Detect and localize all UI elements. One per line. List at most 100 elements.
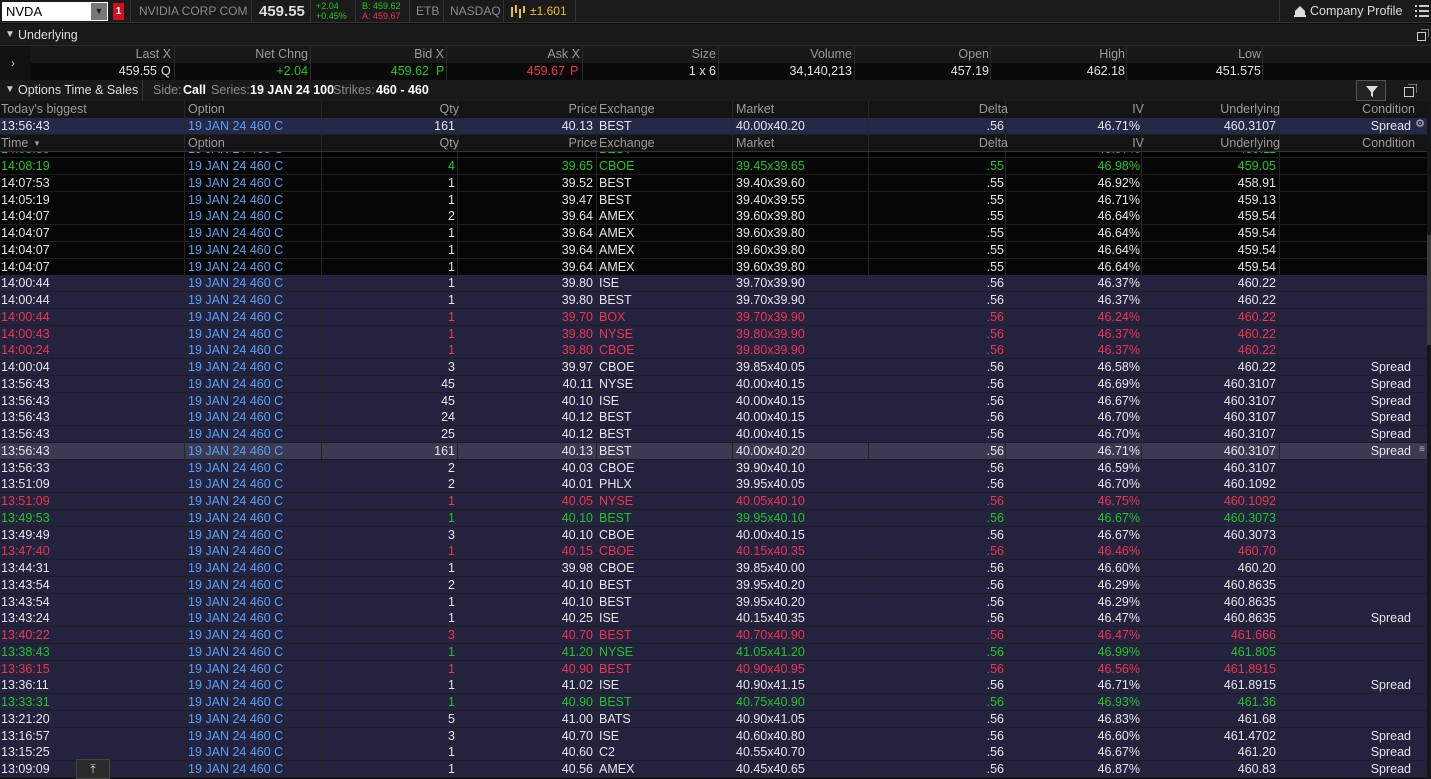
scrollbar-thumb[interactable] <box>1427 235 1431 345</box>
cell-delta: .56 <box>986 527 1004 542</box>
table-row[interactable]: 13:33:31 19 JAN 24 460 C 1 40.90 BEST 40.75x4… <box>0 694 1427 711</box>
cell-option: 19 JAN 24 460 C <box>188 343 284 358</box>
table-row[interactable]: 13:51:09 19 JAN 24 460 C 2 40.01 PHLX 39.95x4… <box>0 476 1427 494</box>
cell-price: 39.64 <box>561 226 593 240</box>
alert-badge[interactable]: 1 <box>113 3 124 20</box>
cell-qty: 1 <box>448 510 455 525</box>
cell-exchange: BOX <box>599 309 626 324</box>
table-row[interactable]: 13:38:43 19 JAN 24 460 C 1 41.20 NYSE 41.05x4… <box>0 643 1427 661</box>
cell-qty: 1 <box>448 494 455 508</box>
cell-qty: 24 <box>441 410 455 425</box>
table-row[interactable]: 13:56:43 19 JAN 24 460 C 161 40.13 BEST 40.00… <box>0 442 1427 460</box>
gear-icon[interactable]: ⚙ <box>1415 117 1425 130</box>
cell-price: 40.10 <box>561 527 593 542</box>
table-row[interactable]: 13:44:31 19 JAN 24 460 C 1 39.98 CBOE 39.85x4… <box>0 560 1427 577</box>
table-row[interactable]: 13:43:54 19 JAN 24 460 C 2 40.10 BEST 39.95x4… <box>0 576 1427 594</box>
table-row[interactable]: 13:36:11 19 JAN 24 460 C 1 41.02 ISE 40.90x41… <box>0 677 1427 695</box>
table-row[interactable]: 14:04:07 19 JAN 24 460 C 1 39.64 AMEX 39.60x3… <box>0 241 1427 259</box>
table-row[interactable]: 13:36:15 19 JAN 24 460 C 1 40.90 BEST 40.90x4… <box>0 660 1427 678</box>
chevron-down-icon[interactable]: ▼ <box>91 3 107 20</box>
table-row[interactable]: 14:00:44 19 JAN 24 460 C 1 39.70 BOX 39.70x39… <box>0 308 1427 326</box>
sort-desc-icon[interactable]: ▼ <box>33 139 41 148</box>
table-row[interactable]: 14:07:53 19 JAN 24 460 C 1 39.52 BEST 39.40x3… <box>0 174 1427 192</box>
cell-time: 13:43:54 <box>1 577 50 592</box>
table-row[interactable]: 13:43:24 19 JAN 24 460 C 1 40.25 ISE 40.15x40… <box>0 610 1427 628</box>
table-row[interactable]: 13:21:20 19 JAN 24 460 C 5 41.00 BATS 40.90x4… <box>0 710 1427 728</box>
cell-option: 19 JAN 24 460 C <box>188 393 284 408</box>
popout-button[interactable] <box>1396 80 1426 101</box>
cell-condition: Spread <box>1370 360 1411 374</box>
cell-iv: 46.47% <box>1097 611 1140 626</box>
chevron-down-icon[interactable]: ▼ <box>5 84 15 95</box>
scrollbar[interactable] <box>1427 101 1431 779</box>
filter-button[interactable] <box>1356 80 1386 101</box>
biggest-condition: Spread <box>1370 119 1411 133</box>
strikes-value[interactable]: 460 - 460 <box>376 83 429 97</box>
cell-time: 14:04:07 <box>1 226 50 240</box>
popout-icon[interactable] <box>1417 29 1429 41</box>
cell-underlying: 459.13 <box>1237 192 1276 207</box>
cell-iv: 46.37% <box>1097 326 1140 341</box>
table-row[interactable]: 14:08:19 19 JAN 24 460 C 4 39.65 CBOE 39.45x3… <box>0 158 1427 175</box>
cell-exchange: C2 <box>599 745 615 760</box>
header-delta: Delta <box>978 102 1008 116</box>
table-row[interactable]: 13:47:40 19 JAN 24 460 C 1 40.15 CBOE 40.15x4… <box>0 543 1427 561</box>
table-row[interactable]: 13:43:54 19 JAN 24 460 C 1 40.10 BEST 39.95x4… <box>0 593 1427 611</box>
table-row[interactable]: 13:49:53 19 JAN 24 460 C 1 40.10 BEST 39.95x4… <box>0 509 1427 527</box>
table-row[interactable]: 13:40:22 19 JAN 24 460 C 3 40.70 BEST 40.70x4… <box>0 627 1427 644</box>
table-row[interactable]: 14:04:07 19 JAN 24 460 C 1 39.64 AMEX 39.60x3… <box>0 225 1427 242</box>
cell-time: 13:51:09 <box>1 477 50 492</box>
underlying-section-header[interactable]: ▼ Underlying <box>0 24 1431 46</box>
table-row[interactable]: 14:05:19 19 JAN 24 460 C 1 39.47 BEST 39.40x3… <box>0 191 1427 209</box>
biggest-trade-row[interactable]: 13:56:43 19 JAN 24 460 C 161 40.13 BEST 40.00… <box>0 118 1427 135</box>
cell-qty: 25 <box>441 427 455 441</box>
cell-qty: 3 <box>448 527 455 542</box>
table-row[interactable]: 13:56:33 19 JAN 24 460 C 2 40.03 CBOE 39.90x4… <box>0 459 1427 477</box>
table-row[interactable]: 14:04:07 19 JAN 24 460 C 1 39.64 AMEX 39.60x3… <box>0 258 1427 276</box>
scroll-to-top-button[interactable]: ⤒ <box>76 759 110 779</box>
cell-iv: 46.87% <box>1097 762 1140 776</box>
table-row[interactable]: 13:16:57 19 JAN 24 460 C 3 40.70 ISE 40.60x40… <box>0 727 1427 745</box>
table-row[interactable]: 13:15:25 19 JAN 24 460 C 1 40.60 C2 40.55x40.… <box>0 744 1427 762</box>
side-value[interactable]: Call <box>183 83 206 97</box>
menu-icon[interactable] <box>1415 5 1429 17</box>
top-toolbar: NVDA ▼ 1 NVIDIA CORP COM 459.55 +2.04 +0… <box>0 0 1431 23</box>
table-row[interactable]: 14:00:43 19 JAN 24 460 C 1 39.80 NYSE 39.80x3… <box>0 325 1427 343</box>
trades-header-row: Time Option Qty Price Exchange Market Delta IV U… <box>0 135 1431 152</box>
cell-time: 13:56:43 <box>1 376 50 391</box>
cell-exchange: AMEX <box>599 259 635 274</box>
table-row[interactable]: 13:56:43 19 JAN 24 460 C 45 40.11 NYSE 40.00x… <box>0 375 1427 393</box>
table-row[interactable]: 13:56:43 19 JAN 24 460 C 45 40.10 ISE 40.00x4… <box>0 392 1427 410</box>
cell-exchange: ISE <box>599 728 620 743</box>
header-time: Today's biggest <box>1 102 87 116</box>
options-time-sales-header[interactable]: ▼ Options Time & Sales Side: Call Series… <box>0 80 1431 101</box>
table-row[interactable]: 13:56:43 19 JAN 24 460 C 25 40.12 BEST 40.00x… <box>0 426 1427 443</box>
table-row[interactable]: 14:00:44 19 JAN 24 460 C 1 39.80 BEST 39.70x3… <box>0 292 1427 309</box>
table-row[interactable]: 13:09:09 19 JAN 24 460 C 1 40.56 AMEX 40.45x4… <box>0 761 1427 778</box>
company-profile-button[interactable]: Company Profile <box>1279 0 1411 23</box>
cell-qty: 1 <box>448 544 455 559</box>
side-label: Side: <box>153 83 182 97</box>
table-row[interactable]: 14:04:07 19 JAN 24 460 C 2 39.64 AMEX 39.60x3… <box>0 208 1427 226</box>
cell-iv: 46.37% <box>1097 293 1140 307</box>
table-row[interactable]: 14:00:04 19 JAN 24 460 C 3 39.97 CBOE 39.85x4… <box>0 359 1427 376</box>
cell-price: 40.10 <box>561 594 593 609</box>
cell-exchange: BEST <box>599 577 632 592</box>
table-row[interactable]: 13:56:43 19 JAN 24 460 C 24 40.12 BEST 40.00x… <box>0 409 1427 427</box>
table-row[interactable]: 14:00:24 19 JAN 24 460 C 1 39.80 CBOE 39.80x3… <box>0 342 1427 360</box>
symbol-input[interactable]: NVDA ▼ <box>2 2 108 21</box>
cell-qty: 1 <box>448 611 455 626</box>
table-row[interactable]: 14:00:44 19 JAN 24 460 C 1 39.80 ISE 39.70x39… <box>0 275 1427 293</box>
cell-option: 19 JAN 24 460 C <box>188 427 284 441</box>
chevron-down-icon[interactable]: ▼ <box>5 29 15 40</box>
cell-iv: 46.64% <box>1097 259 1140 274</box>
cell-market: 39.80x39.90 <box>736 326 805 341</box>
row-menu-icon[interactable]: ≡ <box>1419 444 1425 455</box>
cell-underlying: 460.3107 <box>1223 427 1276 441</box>
expand-details-button[interactable]: › <box>0 46 30 80</box>
table-row[interactable]: 13:51:09 19 JAN 24 460 C 1 40.05 NYSE 40.05x4… <box>0 493 1427 510</box>
series-value[interactable]: 19 JAN 24 100 <box>250 83 334 97</box>
underlying-values-row: 459.55 Q +2.04 459.62 P 459.67 P 1 x 6 3… <box>0 63 1431 80</box>
table-row[interactable]: 13:49:49 19 JAN 24 460 C 3 40.10 CBOE 40.00x4… <box>0 526 1427 544</box>
etb-label: ETB <box>416 4 440 18</box>
